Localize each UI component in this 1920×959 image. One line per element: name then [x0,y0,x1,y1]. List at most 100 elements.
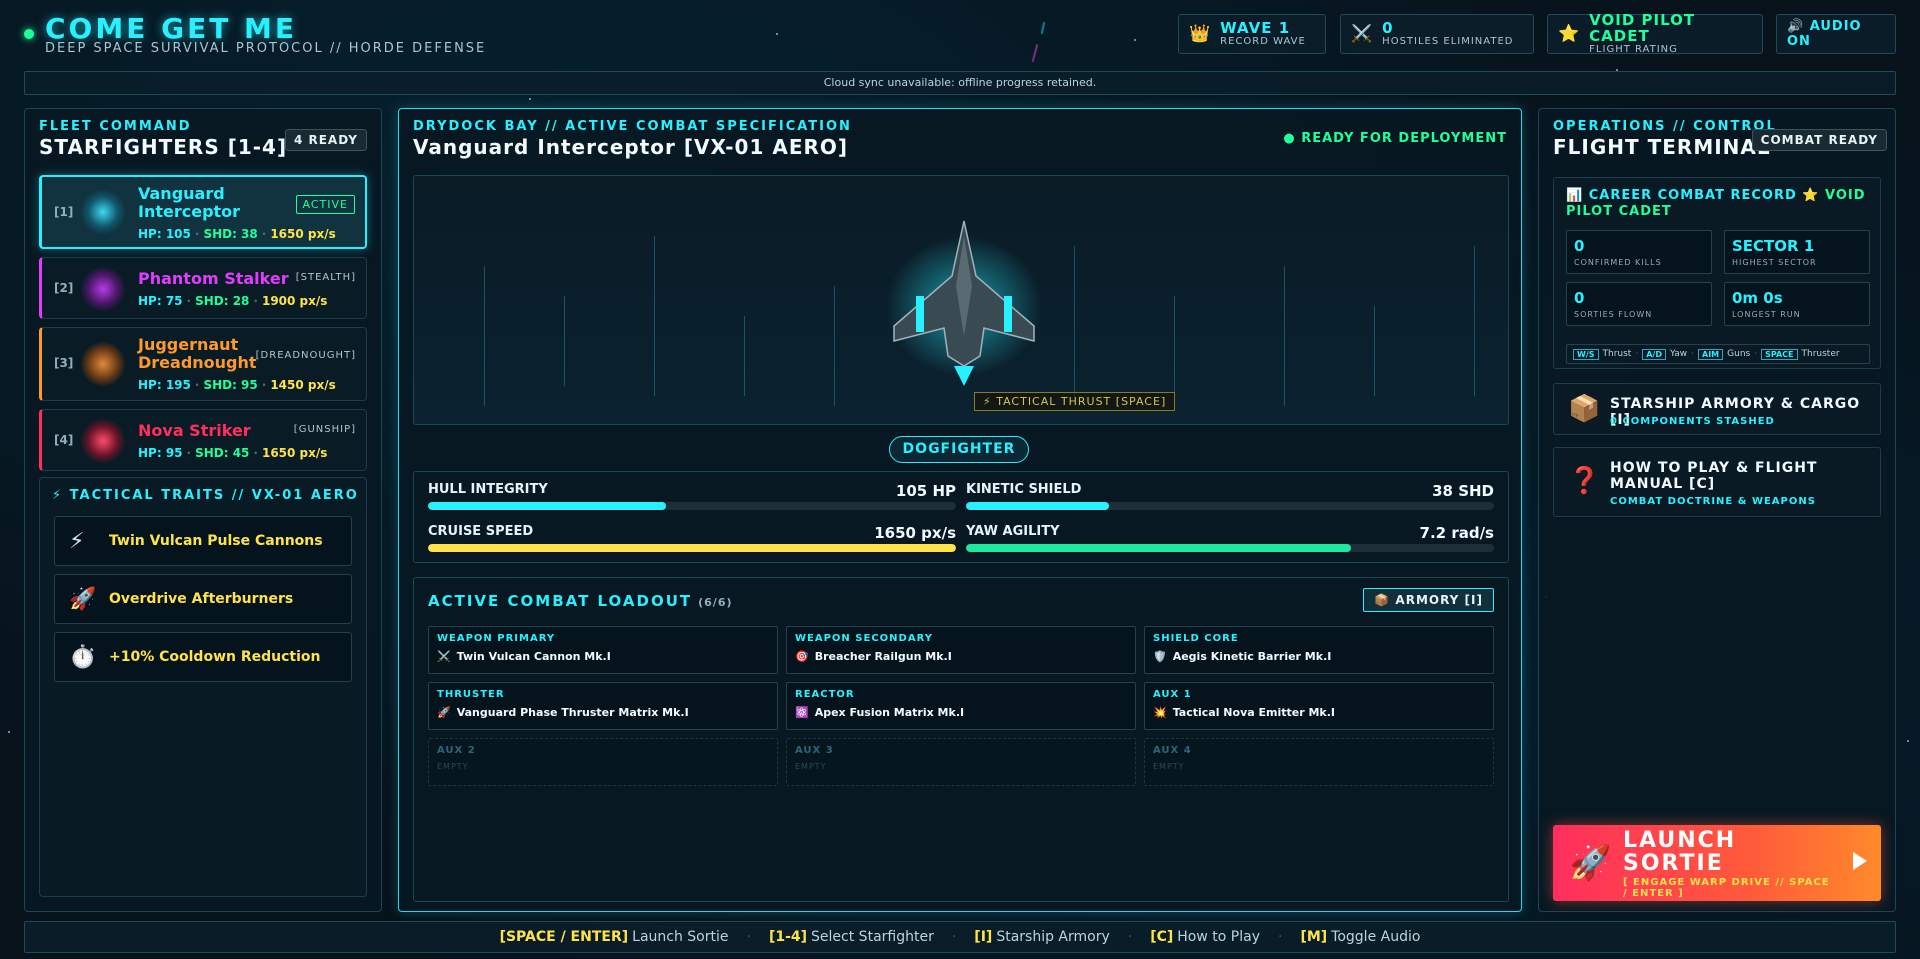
slot-icon: 💥 [1153,706,1167,719]
shortcut-desc: How to Play [1177,929,1260,945]
stat-bar [966,502,1494,510]
ship-name: Juggernaut Dreadnought [138,335,257,372]
loadout-slot[interactable]: WEAPON SECONDARY 🎯 Breacher Railgun Mk.I [786,626,1136,674]
kills-hud: ⚔️ 0 HOSTILES ELIMINATED [1340,14,1534,54]
audio-toggle-button[interactable]: 🔊 AUDIO ON [1776,14,1896,54]
how-to-play-button[interactable]: ❓ HOW TO PLAY & FLIGHT MANUAL [C] COMBAT… [1553,447,1881,517]
loadout-slot[interactable]: WEAPON PRIMARY ⚔️ Twin Vulcan Cannon Mk.I [428,626,778,674]
key-desc: Thrust [1602,349,1632,359]
career-longest-run: 0m 0s LONGEST RUN [1724,282,1870,326]
ship-stats: HP: 105 · SHD: 38 · 1650 px/s [138,227,336,241]
ship-thumbnail-icon [80,418,126,464]
cloud-sync-notice: Cloud sync unavailable: offline progress… [24,71,1896,95]
footer-shortcut: [1-4] Select Starfighter [769,929,934,945]
shortcut-key: [I] [974,929,993,945]
bay-line [1074,246,1075,396]
slot-value: 🚀 Vanguard Phase Thruster Matrix Mk.I [437,706,689,719]
ship-card-phantom[interactable]: [2] Phantom Stalker [STEALTH] HP: 75 · SHD… [39,257,367,319]
bay-line [1174,296,1175,406]
stat-bar-fill [966,502,1109,510]
ship-name: Nova Striker [138,421,251,440]
key-badge: A/D [1642,348,1666,360]
stat-label: YAW AGILITY [966,524,1060,539]
slot-value: EMPTY [795,762,827,771]
ship-card-nova[interactable]: [4] Nova Striker [GUNSHIP] HP: 95 · SHD: 4… [39,409,367,471]
loadout-slot[interactable]: REACTOR ⚛️ Apex Fusion Matrix Mk.I [786,682,1136,730]
kills-label: HOSTILES ELIMINATED [1382,36,1514,47]
slot-label: THRUSTER [437,689,505,700]
ship-class-tag: [GUNSHIP] [293,424,356,435]
manual-sub: COMBAT DOCTRINE & WEAPONS [1610,496,1816,507]
keyboard-shortcuts-bar: [SPACE / ENTER] Launch Sortie · [1-4] Select… [24,921,1896,953]
bay-line [744,316,745,396]
slot-label: AUX 2 [437,745,476,756]
stat-value: 7.2 rad/s [1419,524,1494,542]
ship-class-pill: DOGFIGHTER [889,436,1029,463]
loadout-slot[interactable]: AUX 1 💥 Tactical Nova Emitter Mk.I [1144,682,1494,730]
ship-name: Phantom Stalker [138,269,289,288]
trait-item: 🚀 Overdrive Afterburners [54,574,352,624]
loadout-slot[interactable]: AUX 2 EMPTY [428,738,778,786]
combat-ready-chip: COMBAT READY [1751,129,1887,151]
shortcut-key: [SPACE / ENTER] [499,929,629,945]
slot-value: 💥 Tactical Nova Emitter Mk.I [1153,706,1335,719]
slot-value: ⚔️ Twin Vulcan Cannon Mk.I [437,650,611,663]
stat-value: 38 SHD [1432,482,1494,500]
trait-item: ⏱️ +10% Cooldown Reduction [54,632,352,682]
key-badge: W/S [1573,348,1599,360]
star-icon: ⭐ [1558,24,1580,44]
traits-title: ⚡ TACTICAL TRAITS // VX-01 AERO [52,488,359,503]
stat-label: HULL INTEGRITY [428,482,548,497]
loadout-slot[interactable]: THRUSTER 🚀 Vanguard Phase Thruster Matrix … [428,682,778,730]
record-wave-hud: 👑 WAVE 1 RECORD WAVE [1178,14,1326,54]
footer-shortcut: [I] Starship Armory [974,929,1109,945]
crossed-swords-icon: ⚔️ [1351,24,1373,44]
career-record: 📊 CAREER COMBAT RECORD ⭐ VOID PILOT CADE… [1553,177,1881,369]
launch-sortie-button[interactable]: 🚀 LAUNCH SORTIE [ ENGAGE WARP DRIVE // S… [1553,825,1881,901]
starship-armory-button[interactable]: 📦 STARSHIP ARMORY & CARGO [I] 0 COMPONEN… [1553,383,1881,435]
fleet-title: STARFIGHTERS [1-4] [39,135,288,159]
key-desc: Yaw [1669,349,1688,359]
control-keys: W/S Thrust · A/D Yaw · AIM Guns · SPACE Thruste… [1566,344,1870,364]
ship-stat-bars: HULL INTEGRITY 105 HP KINETIC SHIELD 38 … [413,471,1509,563]
footer-divider: · [1277,929,1283,945]
rocket-icon: 🚀 [1569,843,1612,883]
drydock-panel: DRYDOCK BAY // ACTIVE COMBAT SPECIFICATI… [398,108,1522,912]
ship-card-vanguard[interactable]: [1] Vanguard Interceptor ACTIVE HP: 105 ·… [39,175,367,249]
shortcut-desc: Launch Sortie [632,929,729,945]
slot-label: AUX 3 [795,745,834,756]
ship-number: [4] [54,433,74,447]
ship-card-juggernaut[interactable]: [3] Juggernaut Dreadnought [DREADNOUGHT]… [39,327,367,401]
loadout-slot[interactable]: AUX 3 EMPTY [786,738,1136,786]
question-icon: ❓ [1568,466,1601,496]
slot-text: Vanguard Phase Thruster Matrix Mk.I [456,706,689,719]
rocket-icon: 🚀 [69,587,97,612]
slot-text: Twin Vulcan Cannon Mk.I [456,650,611,663]
loadout-slot[interactable]: SHIELD CORE 🛡️ Aegis Kinetic Barrier Mk.I [1144,626,1494,674]
launch-title: LAUNCH SORTIE [1623,828,1737,876]
ship-display-bay: ⚡ TACTICAL THRUST [SPACE] [413,175,1509,425]
armory-button[interactable]: 📦 ARMORY [I] [1363,588,1494,612]
top-bar: COME GET ME DEEP SPACE SURVIVAL PROTOCOL… [0,0,1920,68]
package-icon: 📦 [1568,394,1601,424]
career-kills: 0 CONFIRMED KILLS [1566,230,1712,274]
loadout-slot[interactable]: AUX 4 EMPTY [1144,738,1494,786]
bay-line [1284,266,1285,406]
play-arrow-icon [1853,852,1867,870]
career-label: CONFIRMED KILLS [1574,258,1662,267]
armory-sub: 0 COMPONENTS STASHED [1610,416,1775,427]
slot-value: 🛡️ Aegis Kinetic Barrier Mk.I [1153,650,1331,663]
ship-number: [1] [54,205,74,219]
bay-line [1474,246,1475,396]
slot-text: EMPTY [437,762,469,771]
stat-label: CRUISE SPEED [428,524,534,539]
ship-stats: HP: 75 · SHD: 28 · 1900 px/s [138,294,328,308]
rank-value: VOID PILOT CADET [1589,11,1696,45]
key-badge: SPACE [1761,348,1798,360]
tactical-traits: ⚡ TACTICAL TRAITS // VX-01 AERO ⚡ Twin V… [39,477,367,897]
ship-class-tag: [DREADNOUGHT] [255,350,356,361]
record-wave-label: RECORD WAVE [1220,36,1306,47]
trait-label: Twin Vulcan Pulse Cannons [109,533,323,549]
star [529,98,531,100]
shortcut-key: [1-4] [768,929,808,945]
